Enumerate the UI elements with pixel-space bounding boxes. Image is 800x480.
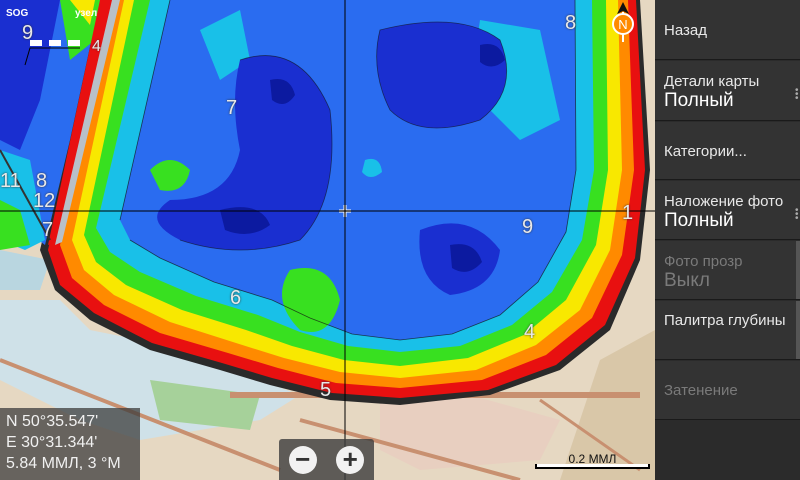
menu-item-value: Полный	[664, 90, 734, 111]
menu-item-label: Детали карты	[664, 73, 760, 90]
depth-label: 4	[524, 321, 536, 343]
depth-label: 9	[522, 216, 534, 238]
north-compass-icon[interactable]: N	[611, 2, 635, 42]
menu-item-label: Фото прозр	[664, 253, 743, 270]
scale-bar: 0.2 ММЛ	[535, 452, 650, 472]
depth-label: 8	[565, 12, 577, 34]
zoom-in-button[interactable]: +	[336, 445, 365, 474]
menu-item-photo-overlay[interactable]: Наложение фото Полный • • •	[655, 181, 800, 240]
more-options-icon: • • •	[795, 205, 799, 224]
latitude-text: N 50°35.547'	[6, 413, 99, 430]
depth-label: 7	[42, 219, 54, 241]
depth-label: 5	[320, 379, 332, 401]
distance-bearing-text: 5.84 ММЛ, 3 °М	[6, 455, 121, 472]
menu-item-value: Выкл	[664, 270, 710, 291]
slider-handle-icon	[796, 241, 800, 299]
menu-item-categories[interactable]: Категории...	[655, 122, 800, 180]
speed-dash-indicator	[30, 40, 80, 52]
cursor-position-panel: N 50°35.547' E 30°31.344' 5.84 ММЛ, 3 °М	[0, 408, 140, 480]
depth-label: 1	[622, 202, 634, 224]
menu-item-label: Затенение	[664, 382, 738, 399]
depth-label: 6	[230, 287, 242, 309]
scale-label: 0.2 ММЛ	[568, 452, 617, 466]
menu-item-depth-palette[interactable]: Палитра глубины	[655, 301, 800, 360]
zoom-controls: − +	[279, 439, 374, 480]
depth-label: 7	[226, 97, 238, 119]
menu-item-label: Палитра глубины	[664, 312, 786, 329]
longitude-text: E 30°31.344'	[6, 434, 98, 451]
depth-label: 12	[33, 190, 56, 212]
zoom-out-button[interactable]: −	[288, 445, 317, 474]
menu-item-back[interactable]: Назад	[655, 0, 800, 60]
submenu-arrow-icon	[796, 301, 800, 359]
menu-item-label: Наложение фото	[664, 193, 784, 210]
knot-label: узел	[75, 8, 98, 19]
menu-item-value: Полный	[664, 210, 734, 231]
menu-item-chart-detail[interactable]: Детали карты Полный • • •	[655, 61, 800, 121]
depth-label: 4	[92, 38, 101, 55]
menu-item-label: Назад	[664, 22, 707, 39]
menu-item-label: Категории...	[664, 143, 747, 160]
menu-item-shading: Затенение	[655, 361, 800, 420]
compass-letter: N	[618, 17, 627, 32]
chart-options-menu: Назад Детали карты Полный • • • Категории.…	[655, 0, 800, 480]
depth-label: 9	[22, 22, 34, 44]
more-options-icon: • • •	[795, 85, 799, 104]
chart-map[interactable]: SOG узел 9 4 7 8 11 8 12 7 6 5 9 4 1 N N…	[0, 0, 655, 480]
sog-label: SOG	[6, 8, 29, 19]
depth-label: 11	[0, 170, 21, 192]
menu-item-photo-transparency: Фото прозр Выкл	[655, 241, 800, 300]
